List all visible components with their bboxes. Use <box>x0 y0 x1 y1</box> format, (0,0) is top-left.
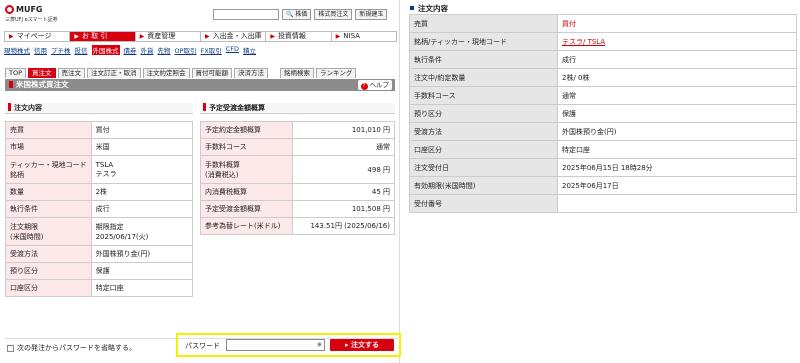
subnav-futures[interactable]: 先物 <box>158 45 171 55</box>
section-flag-icon <box>203 103 206 111</box>
symbol-link[interactable]: テスラ/ TSLA <box>557 32 797 51</box>
subnav-foreign-stock[interactable]: 外国株式 <box>91 45 120 55</box>
table-row: 予定約定金額概算 101,010 円 <box>200 121 395 139</box>
subnav-fx[interactable]: FX取引 <box>201 45 222 55</box>
table-row: 数量 2株 <box>5 183 194 201</box>
help-button[interactable]: ? ヘルプ <box>357 80 392 90</box>
password-highlight-box: パスワード ◉ ▸ 注文する <box>176 333 401 357</box>
subnav-cfd[interactable]: CFD <box>226 45 239 55</box>
new-position-button[interactable]: 新規建玉 <box>355 9 388 20</box>
page-title-bar: 米国株式買注文 ? ヘルプ <box>5 79 395 91</box>
table-row: 受渡方法 外国株預り金(円) <box>409 122 797 141</box>
password-label: パスワード <box>185 342 220 350</box>
triangle-right-icon: ▶ <box>9 33 14 40</box>
order-summary-table: 売買 買付 市場 米国 ティッカー・現地コード 銘柄 TSLA テスラ 数量 2株 執行条件… <box>5 121 194 297</box>
nav-assets[interactable]: ▶ 資産管理 <box>134 31 200 42</box>
triangle-right-icon: ▶ <box>139 33 145 40</box>
tab-top[interactable]: TOP <box>5 68 27 78</box>
tab-order-inquiry[interactable]: 注文約定照会 <box>142 68 190 78</box>
stock-price-search-button[interactable]: 🔍 株価 <box>282 9 312 20</box>
estimate-table: 予定約定金額概算 101,010 円 手数料コース 通常 手数料概算 (消費税込) 49… <box>200 121 395 235</box>
order-entry-pane: MUFG 三菱UFJ eスマート証券 🔍 株価 株式買注文 新規建玉 ▶ マイペー… <box>0 0 401 363</box>
help-icon: ? <box>360 83 368 90</box>
title-flag-icon <box>9 81 13 88</box>
product-nav: 現物株式 信用 プチ株 投信 外国株式 債券 外貨 先物 OP取引 FX取引 C… <box>4 45 256 55</box>
subnav-bonds[interactable]: 債券 <box>124 45 137 55</box>
triangle-right-icon: ▶ <box>74 33 79 40</box>
order-detail-table: 売買 買付 銘柄/ティッカー・現地コード テスラ/ TSLA 執行条件 成行 注文中/… <box>409 14 797 213</box>
header-tools: 🔍 株価 株式買注文 新規建玉 <box>213 9 388 20</box>
table-row: 受付番号 <box>409 194 797 213</box>
nav-info[interactable]: ▶ 投資情報 <box>265 31 331 42</box>
table-row: 執行条件 成行 <box>5 200 194 218</box>
nav-mypage[interactable]: ▶ マイページ <box>4 31 70 42</box>
subnav-savings[interactable]: 積立 <box>243 45 256 55</box>
table-row: 注文中/約定数量 2株/ 0株 <box>409 68 797 87</box>
order-section-header: 注文内容 <box>5 103 193 114</box>
table-row: 有効期限(米国時間) 2025年06月17日 <box>409 176 797 195</box>
table-row: 内消費税概算 45 円 <box>200 183 395 201</box>
order-submit-bar: 次の発注からパスワードを省略する。 パスワード ◉ ▸ 注文する <box>5 333 401 357</box>
mufg-logo-icon <box>5 5 14 14</box>
estimate-section-header: 予定受渡金額概算 <box>200 103 395 114</box>
table-row: 売買 買付 <box>5 121 194 139</box>
order-detail-pane: 注文内容 売買 買付 銘柄/ティッカー・現地コード テスラ/ TSLA 執行条件 成行… <box>400 0 800 363</box>
tab-settlement[interactable]: 決済方法 <box>234 68 269 78</box>
tab-buy[interactable]: 買注文 <box>28 68 56 78</box>
table-row: 手数料概算 (消費税込) 498 円 <box>200 155 395 184</box>
table-row: 注文期限 (米国時間) 期限指定 2025/06/17(火) <box>5 217 194 246</box>
triangle-right-icon: ▶ <box>270 33 275 40</box>
table-row: 注文受付日 2025年06月15日 18時28分 <box>409 158 797 177</box>
logo[interactable]: MUFG 三菱UFJ eスマート証券 <box>5 5 58 23</box>
table-row: ティッカー・現地コード 銘柄 TSLA テスラ <box>5 155 194 184</box>
subnav-options[interactable]: OP取引 <box>175 45 197 55</box>
section-flag-icon <box>8 103 11 111</box>
subnav-funds[interactable]: 投信 <box>75 45 88 55</box>
table-row: 予定受渡金額概算 101,508 円 <box>200 200 395 218</box>
nav-nisa[interactable]: ▶ NISA <box>330 31 397 42</box>
stock-search-input[interactable] <box>213 9 279 20</box>
tab-modify-cancel[interactable]: 注文訂正・取消 <box>87 68 141 78</box>
tab-spacer <box>270 68 278 78</box>
table-row: 受渡方法 外国株預り金(円) <box>5 245 194 263</box>
nav-trade[interactable]: ▶ お 取 引 <box>69 31 135 42</box>
brand-subtitle: 三菱UFJ eスマート証券 <box>5 17 58 23</box>
trade-tabs: TOP 買注文 売注文 注文訂正・取消 注文約定照会 買付可能額 決済方法 銘柄… <box>5 68 357 78</box>
nav-deposit[interactable]: ▶ 入出金・入出庫 <box>199 31 266 42</box>
eye-icon[interactable]: ◉ <box>317 341 322 348</box>
tab-symbol-search[interactable]: 銘柄検索 <box>280 68 315 78</box>
place-order-button[interactable]: ▸ 注文する <box>330 339 394 351</box>
triangle-right-icon: ▶ <box>335 33 341 40</box>
main-nav: ▶ マイページ ▶ お 取 引 ▶ 資産管理 ▶ 入出金・入出庫 ▶ 投資情報 ▶ NISA <box>4 31 397 42</box>
subnav-petit[interactable]: プチ株 <box>51 45 71 55</box>
subnav-domestic-stock[interactable]: 現物株式 <box>4 45 30 55</box>
skip-password-option[interactable]: 次の発注からパスワードを省略する。 <box>7 343 136 353</box>
tab-buying-power[interactable]: 買付可能額 <box>191 68 233 78</box>
brand-name: MUFG <box>16 5 43 14</box>
tab-sell[interactable]: 売注文 <box>57 68 86 78</box>
subnav-margin[interactable]: 信用 <box>34 45 47 55</box>
tab-ranking[interactable]: ランキング <box>316 68 357 78</box>
table-row: 口座区分 特定口座 <box>5 279 194 297</box>
table-row: 手数料コース 通常 <box>409 86 797 105</box>
table-row: 参考為替レート(米ドル) 143.51円 (2025/06/16) <box>200 217 395 235</box>
stock-order-button[interactable]: 株式買注文 <box>314 9 353 20</box>
square-bullet-icon <box>410 6 414 10</box>
table-row: 売買 買付 <box>409 14 797 33</box>
table-row: 市場 米国 <box>5 138 194 156</box>
checkbox-icon[interactable] <box>7 344 14 352</box>
triangle-right-icon: ▶ <box>204 33 210 40</box>
table-row: 手数料コース 通常 <box>200 138 395 156</box>
page-title: 米国株式買注文 <box>16 80 69 89</box>
table-row: 執行条件 成行 <box>409 50 797 69</box>
password-input[interactable]: ◉ <box>226 339 325 351</box>
subnav-fx-currency[interactable]: 外貨 <box>141 45 154 55</box>
table-row: 預り区分 保護 <box>409 104 797 123</box>
table-row: 口座区分 特定口座 <box>409 140 797 159</box>
table-row: 銘柄/ティッカー・現地コード テスラ/ TSLA <box>409 32 797 51</box>
detail-header: 注文内容 <box>410 3 448 14</box>
table-row: 預り区分 保護 <box>5 262 194 280</box>
